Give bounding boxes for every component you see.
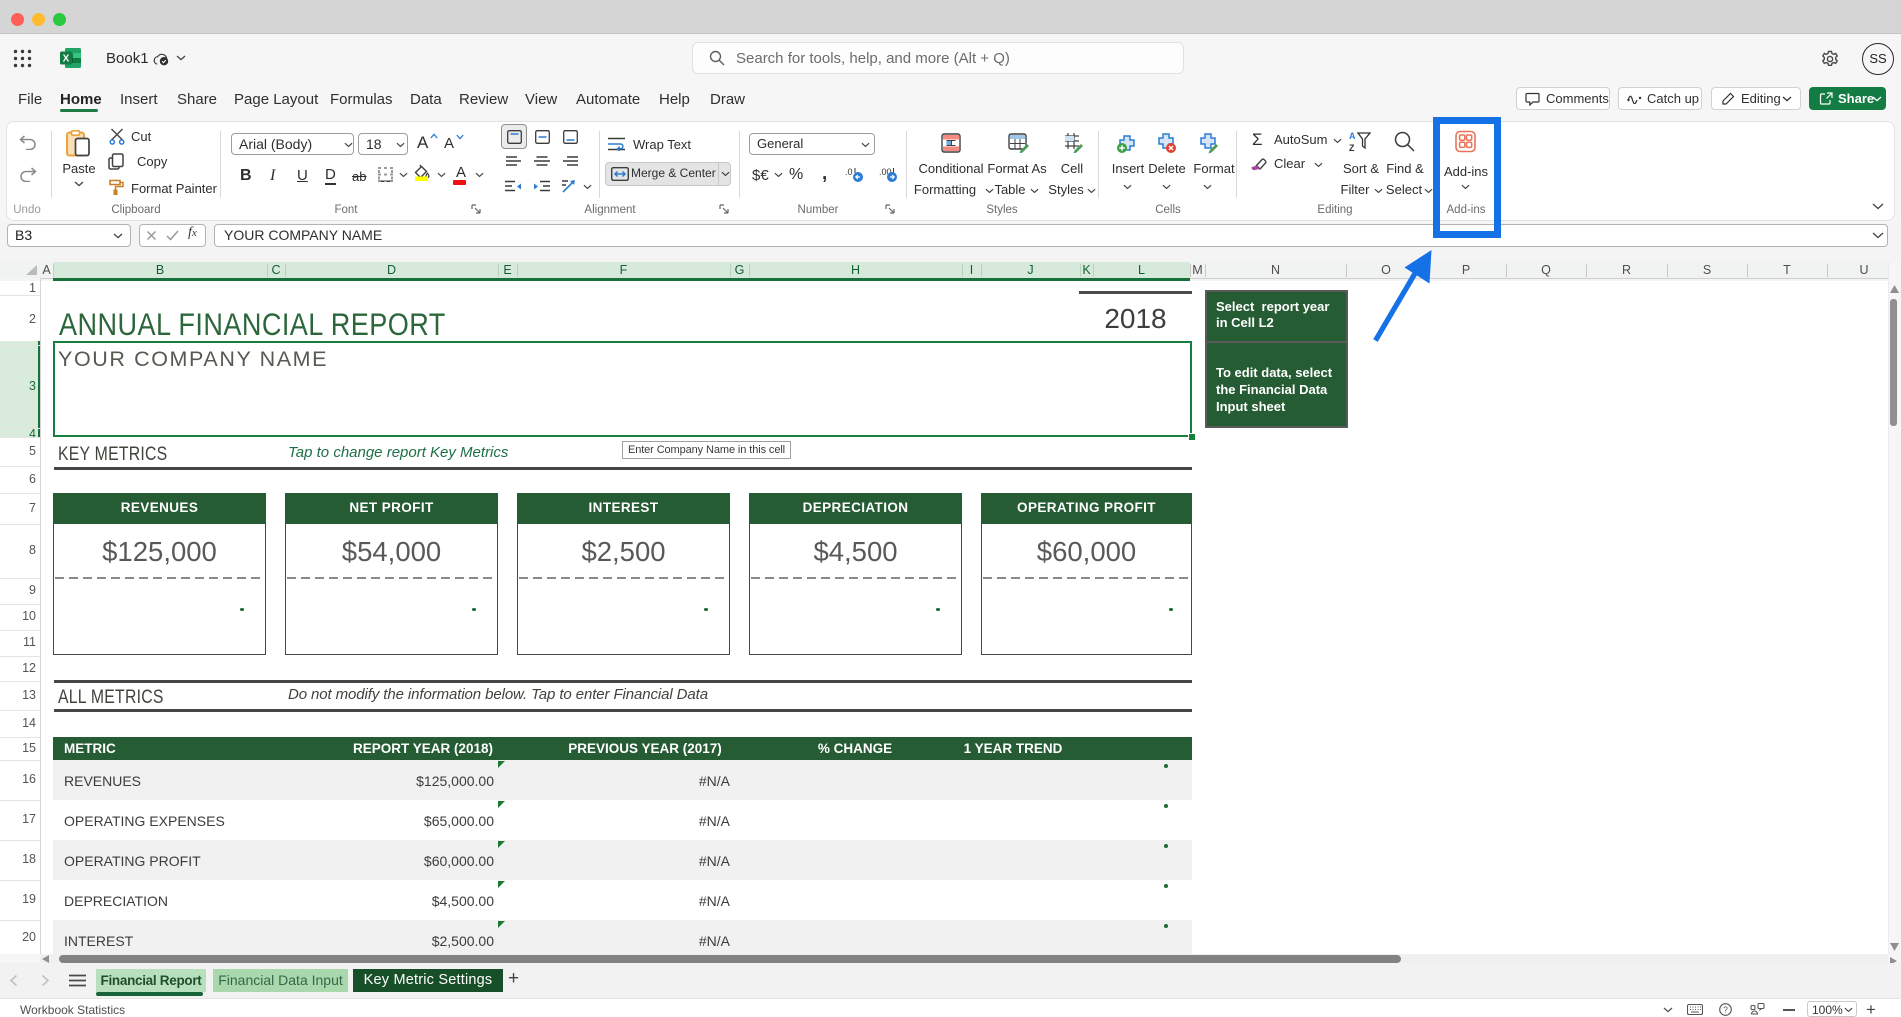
svg-text:Z: Z xyxy=(1349,143,1355,153)
svg-text:?: ? xyxy=(1723,1004,1728,1014)
svg-text:.0: .0 xyxy=(845,167,853,177)
svg-text:A: A xyxy=(1349,131,1356,141)
